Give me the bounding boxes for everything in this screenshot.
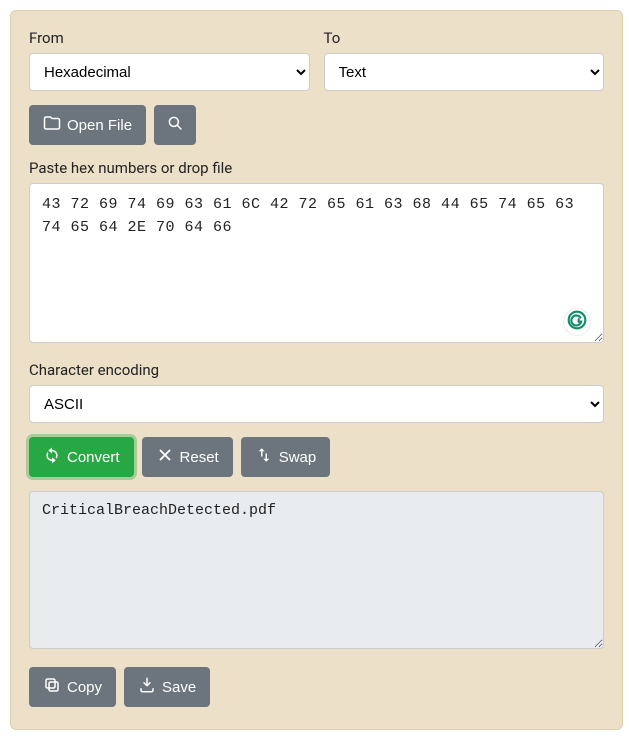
converter-panel: From Hexadecimal To Text Open File Paste… [10, 10, 623, 730]
file-buttons-row: Open File [29, 105, 604, 145]
refresh-icon [43, 446, 61, 468]
grammarly-icon [567, 310, 587, 334]
from-col: From Hexadecimal [29, 29, 310, 91]
action-buttons-row: Convert Reset Swap [29, 437, 604, 477]
reset-button[interactable]: Reset [142, 437, 233, 477]
save-button[interactable]: Save [124, 667, 210, 707]
from-select[interactable]: Hexadecimal [29, 53, 310, 91]
download-icon [138, 676, 156, 698]
grammarly-badge[interactable] [564, 309, 590, 335]
hex-input[interactable] [29, 183, 604, 343]
close-icon [156, 446, 174, 468]
convert-button[interactable]: Convert [29, 437, 134, 477]
from-label: From [29, 29, 310, 47]
output-buttons-row: Copy Save [29, 667, 604, 707]
open-file-label: Open File [67, 117, 132, 134]
search-button[interactable] [154, 105, 196, 145]
convert-label: Convert [67, 449, 120, 466]
folder-icon [43, 114, 61, 136]
swap-label: Swap [279, 449, 317, 466]
encoding-select[interactable]: ASCII [29, 385, 604, 423]
paste-label: Paste hex numbers or drop file [29, 159, 604, 177]
output-area[interactable] [29, 491, 604, 649]
copy-label: Copy [67, 679, 102, 696]
swap-icon [255, 446, 273, 468]
to-select[interactable]: Text [324, 53, 605, 91]
swap-button[interactable]: Swap [241, 437, 331, 477]
save-label: Save [162, 679, 196, 696]
search-icon [166, 114, 184, 136]
reset-label: Reset [180, 449, 219, 466]
encoding-label: Character encoding [29, 361, 604, 379]
copy-button[interactable]: Copy [29, 667, 116, 707]
to-label: To [324, 29, 605, 47]
input-wrap [29, 183, 604, 347]
copy-icon [43, 676, 61, 698]
open-file-button[interactable]: Open File [29, 105, 146, 145]
from-to-row: From Hexadecimal To Text [29, 29, 604, 91]
to-col: To Text [324, 29, 605, 91]
